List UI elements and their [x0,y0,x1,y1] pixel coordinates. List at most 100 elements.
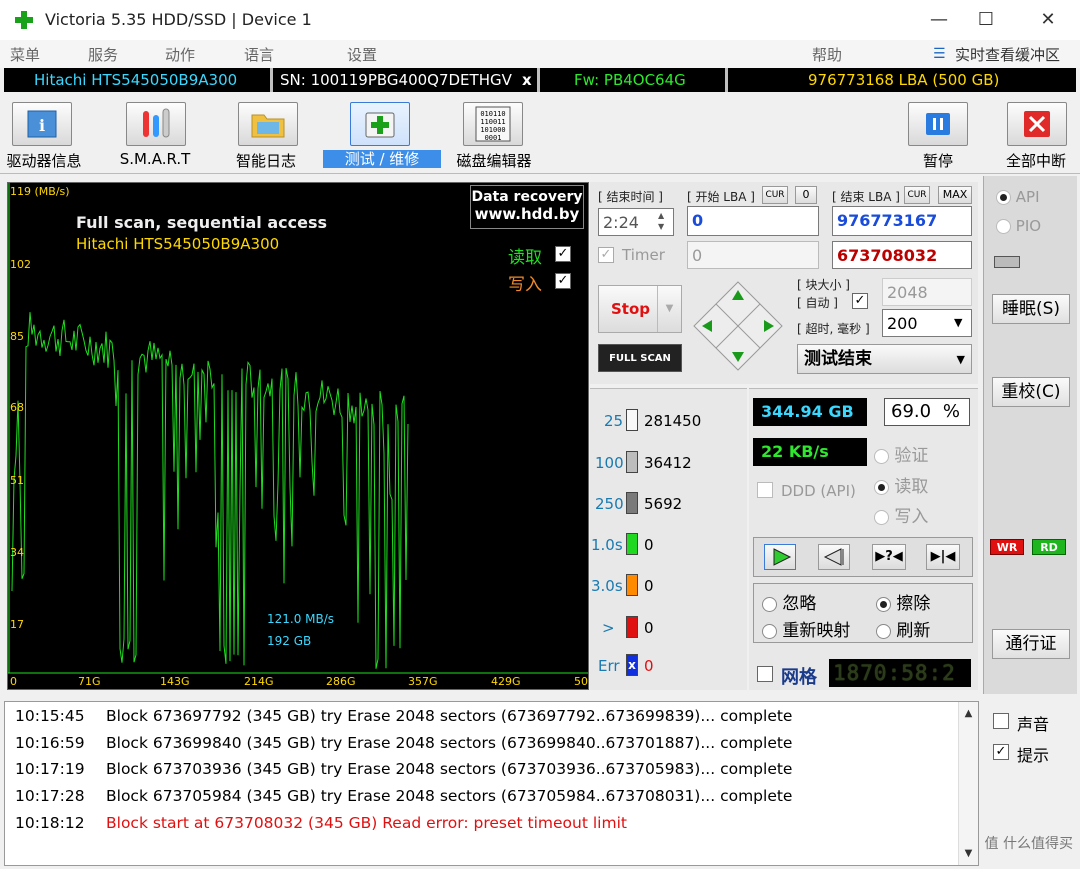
driveinfo-button[interactable]: i [12,102,72,146]
stat-label: 25 [604,412,624,430]
menu-item-settings[interactable]: 设置 [347,44,377,65]
butterfly-button[interactable]: ▶|◀ [926,544,960,570]
timer-input[interactable]: 0 [687,241,819,269]
test-status-select[interactable]: 测试结束 ▼ [797,344,972,374]
log-message: Block start at 673708032 (345 GB) Read e… [106,813,627,832]
play-button[interactable] [764,544,796,570]
grid-checkbox[interactable] [757,666,773,682]
start-lba-input[interactable]: 0 [687,206,819,236]
log-time: 10:17:28 [15,787,85,806]
menu-item-action[interactable]: 动作 [165,44,195,65]
timeout-label: [ 超时, 毫秒 ] [797,322,870,336]
graph-read-speed-trace [11,312,409,669]
minimize-button[interactable]: — [916,6,962,34]
abort-all-button[interactable] [1007,102,1067,146]
start-zero-button[interactable]: 0 [795,186,817,204]
log-message: Block 673699840 (345 GB) try Erase 2048 … [106,733,793,752]
reverse-button[interactable] [818,544,850,570]
current-lba-input[interactable]: 673708032 [832,241,972,269]
auto-checkbox[interactable]: ✓ [852,293,868,309]
log-options: 声音 ✓ 提示 值 什么值得买 [983,701,1077,866]
smart-button[interactable] [126,102,186,146]
ddd-checkbox[interactable] [757,482,773,498]
stop-dropdown-icon: ▼ [657,286,681,332]
timer-label: Timer [622,246,665,264]
maximize-button[interactable]: ☐ [963,6,1009,34]
remap-option[interactable]: 重新映射 [762,616,850,641]
scroll-up-icon[interactable]: ▲ [959,708,978,719]
sleep-button[interactable]: 睡眠(S) [992,294,1070,324]
list-icon: ☰ [933,46,946,62]
sound-label: 声音 [1017,715,1050,734]
recalibrate-button[interactable]: 重校(C) [992,377,1070,407]
menu-item-service[interactable]: 服务 [88,44,118,65]
end-max-button[interactable]: MAX [938,186,972,204]
refresh-label: 刷新 [896,621,931,641]
end-lba-input[interactable]: 976773167 [832,206,972,236]
hints-checkbox[interactable]: ✓ [993,744,1009,760]
api-option[interactable]: API [996,188,1040,206]
device-info-bar: Hitachi HTS545050B9A300 SN: 100119PBG400… [4,68,1076,92]
random-seek-button[interactable]: ▶?◀ [872,544,906,570]
speed-graph: 119 (MB/s) 102 85 68 51 34 17 0 71G 143G… [7,182,589,690]
test-repair-tab[interactable]: 测试 / 维修 [323,150,441,168]
menu-item-help[interactable]: 帮助 [812,44,842,65]
first-aid-icon [365,112,395,138]
stat-color-box: x [626,654,638,676]
stat-count: 0 [644,657,654,675]
erase-option[interactable]: 擦除 [876,589,930,614]
end-cur-button[interactable]: CUR [904,186,930,204]
graph-title: Full scan, sequential access [76,213,328,232]
live-buffer-button[interactable]: 实时查看缓冲区 [955,44,1060,65]
graph-current-speed: 121.0 MB/s [267,612,335,626]
direction-pad[interactable] [690,280,786,372]
disk-editor-button[interactable]: 010110 110011 101000 0001 [463,102,523,146]
end-time-spinner[interactable]: ▲ ▼ [658,210,672,234]
stat-color-box [626,492,638,514]
log-row: 10:17:19 Block 673703936 (345 GB) try Era… [15,760,792,778]
serial-x-button[interactable]: x [522,68,538,92]
menu-item-language[interactable]: 语言 [244,44,274,65]
read-option[interactable]: 读取 [874,472,928,497]
svg-text:0001: 0001 [485,134,502,142]
graph-y-tick: 102 [10,258,31,271]
full-scan-button[interactable]: FULL SCAN [598,344,682,372]
verify-option[interactable]: 验证 [874,441,928,466]
graph-write-checkbox[interactable]: ✓ [555,273,571,289]
start-cur-button[interactable]: CUR [762,186,788,204]
menu-item-menu[interactable]: 菜单 [10,44,40,65]
stat-count: 5692 [644,495,683,513]
stat-label: > [602,619,615,637]
log-row: 10:16:59 Block 673699840 (345 GB) try Era… [15,734,792,752]
driveinfo-label: 驱动器信息 [6,152,82,170]
stat-label: 3.0s [591,577,623,595]
log-time: 10:18:12 [15,813,85,832]
write-option[interactable]: 写入 [874,502,928,527]
test-repair-button[interactable] [350,102,410,146]
graph-y-tick: 68 [10,401,24,414]
log-message: Block 673703936 (345 GB) try Erase 2048 … [106,760,793,779]
smart-log-label: 智能日志 [235,152,296,170]
stop-button[interactable]: Stop ▼ [598,285,682,333]
pause-button[interactable] [908,102,968,146]
smart-log-button[interactable] [238,102,298,146]
graph-read-checkbox[interactable]: ✓ [555,246,571,262]
hdd-by-badge: Data recovery www.hdd.by [470,185,584,229]
ignore-option[interactable]: 忽略 [762,589,816,614]
stat-count: 0 [644,577,654,595]
log-time: 10:17:19 [15,760,85,779]
pio-option[interactable]: PIO [996,217,1041,235]
close-button[interactable]: ✕ [1025,6,1071,34]
svg-text:010110: 010110 [480,110,505,118]
event-log: 10:15:45 Block 673697792 (345 GB) try Era… [4,701,979,866]
sound-checkbox[interactable] [993,713,1009,729]
refresh-option[interactable]: 刷新 [876,616,930,641]
grid-label: 网格 [781,667,817,688]
wr-indicator: WR [990,539,1024,555]
done-size: 344.94 GB [753,398,867,426]
block-size-select[interactable]: 2048 [882,278,972,306]
badge-line-1: Data recovery [471,189,583,205]
window-title: Victoria 5.35 HDD/SSD | Device 1 [45,10,312,29]
timer-checkbox[interactable]: ✓ [598,247,614,263]
passport-button[interactable]: 通行证 [992,629,1070,659]
